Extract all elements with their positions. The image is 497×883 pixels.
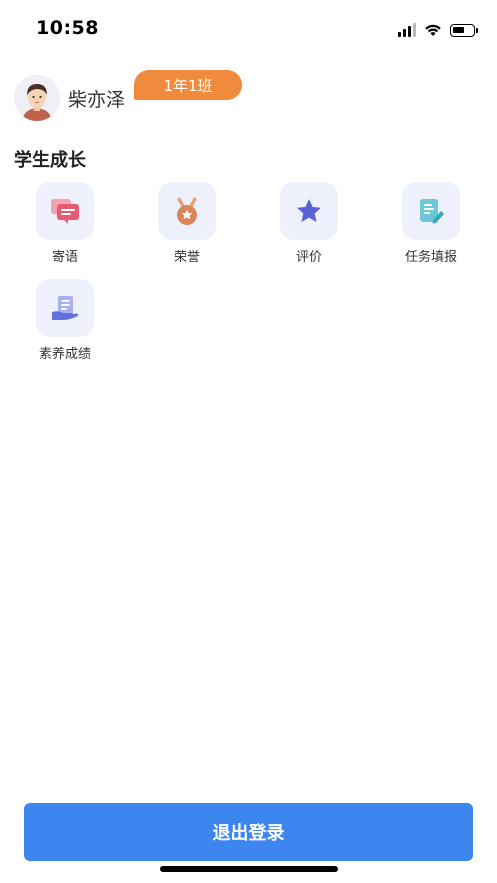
grid-item-label: 任务填报 [404,250,457,265]
icon-tile [280,182,338,240]
signal-icon [398,23,416,37]
grid-item-task-report[interactable]: 任务填报 [370,182,492,265]
message-icon [51,199,79,224]
status-bar: 10:58 [0,0,497,60]
logout-button[interactable]: 退出登录 [24,803,473,861]
star-icon [297,199,321,222]
certificate-icon [52,296,79,320]
grid-item-evaluation[interactable]: 评价 [248,182,370,265]
section-title: 学生成长 [14,150,86,171]
grid-item-literacy-score[interactable]: 素养成绩 [4,279,126,362]
avatar[interactable] [14,75,60,121]
avatar-boy-icon [14,75,60,121]
grid-item-label: 评价 [295,250,322,265]
icon-tile [36,279,94,337]
icon-tile [158,182,216,240]
wifi-icon [425,24,441,36]
grid-item-label: 寄语 [51,250,78,265]
grid-item-message[interactable]: 寄语 [4,182,126,265]
status-icons [398,20,478,40]
grid-item-honor[interactable]: 荣誉 [126,182,248,265]
grid-item-label: 荣誉 [173,250,200,265]
profile-row: 柴亦泽 [14,74,125,122]
class-badge: 1年1班 [134,70,242,100]
note-edit-icon [420,199,444,224]
icon-tile [36,182,94,240]
growth-grid: 寄语 荣誉 评价 任务填报 素养成绩 [4,182,492,362]
home-indicator[interactable] [160,866,338,872]
student-name: 柴亦泽 [68,88,126,111]
status-time: 10:58 [36,17,99,39]
icon-tile [402,182,460,240]
medal-icon [177,197,197,225]
battery-icon [450,23,478,37]
grid-item-label: 素养成绩 [38,347,91,362]
